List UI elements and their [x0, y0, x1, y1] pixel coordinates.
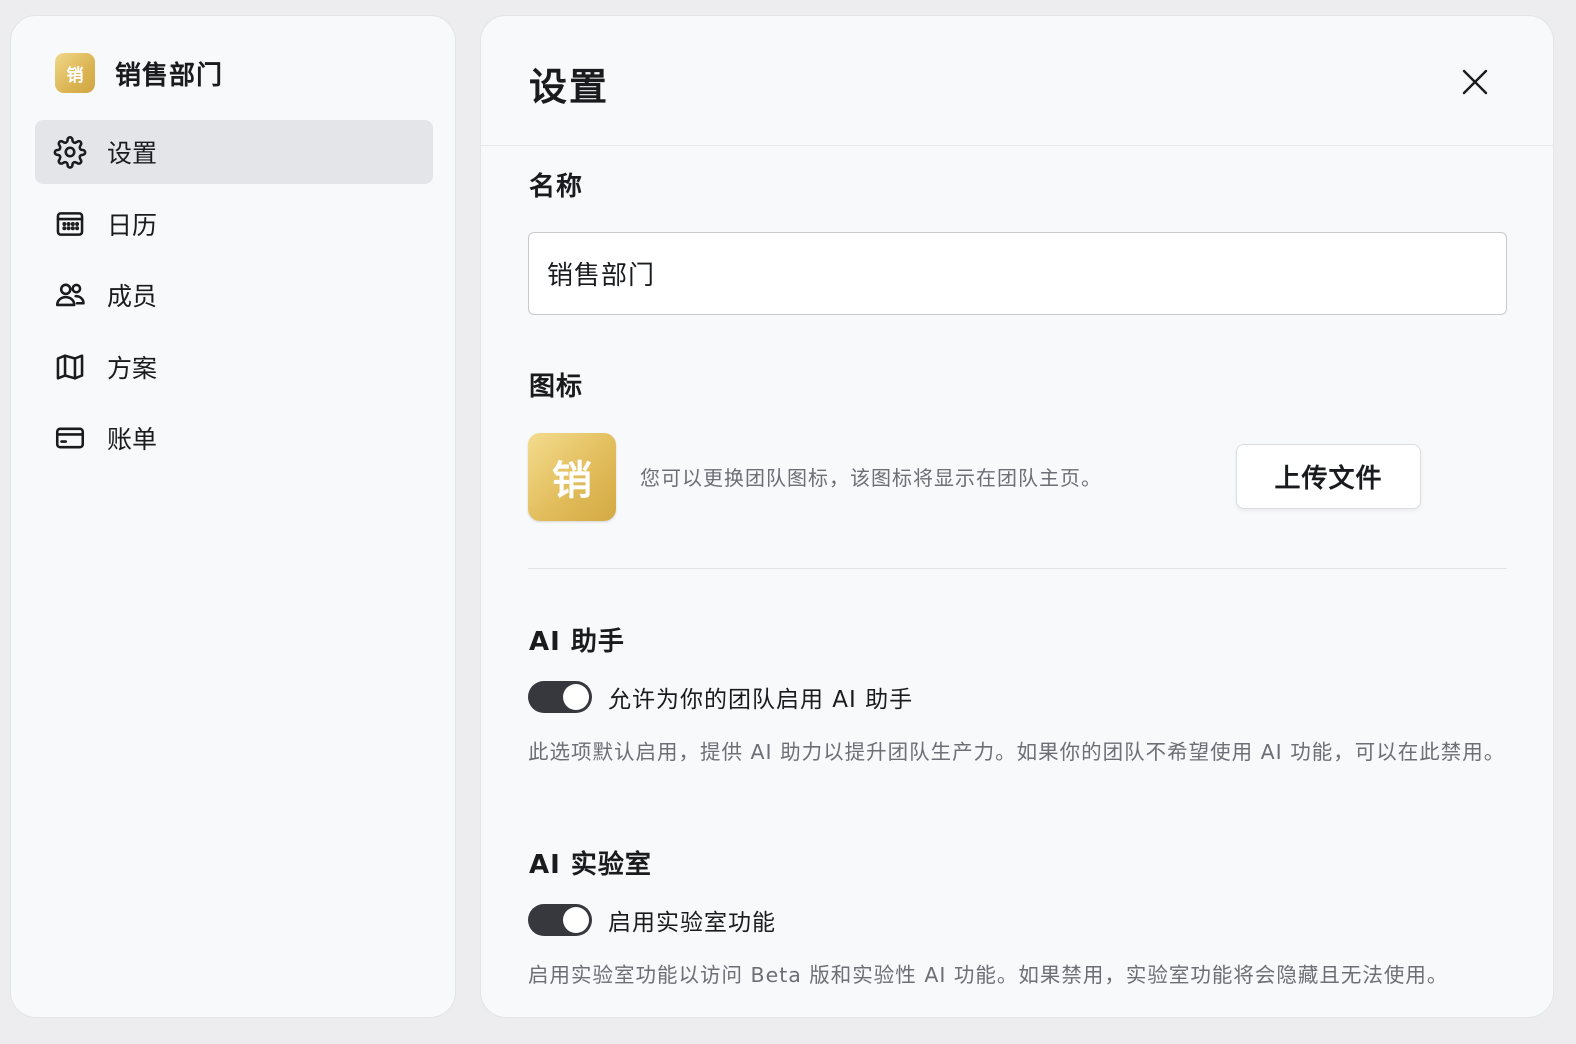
ai-assistant-toggle[interactable] [528, 681, 592, 713]
sidebar-item-calendar[interactable]: 日历 [35, 192, 433, 256]
team-name: 销售部门 [115, 60, 224, 91]
icon-description: 您可以更换团队图标，该图标将显示在团队主页。 [640, 466, 1102, 490]
panel-header: 设置 [481, 16, 1553, 146]
ai-assistant-label: AI 助手 [529, 627, 625, 657]
toggle-knob [563, 684, 589, 710]
sidebar-item-label: 方案 [107, 353, 158, 383]
ai-assistant-help: 此选项默认启用，提供 AI 助力以提升团队生产力。如果你的团队不希望使用 AI … [528, 740, 1506, 764]
team-logo: 销 [55, 53, 95, 93]
ai-lab-toggle-label: 启用实验室功能 [608, 910, 776, 936]
gear-icon [53, 135, 87, 169]
team-name-input[interactable] [528, 232, 1507, 315]
sidebar-item-plans[interactable]: 方案 [35, 335, 433, 399]
sidebar-nav: 设置 日历 成员 方案 账单 [35, 120, 433, 478]
team-icon-preview: 销 [528, 433, 616, 521]
close-icon [1462, 69, 1488, 95]
credit-card-icon [53, 421, 87, 455]
map-icon [53, 350, 87, 384]
ai-lab-help: 启用实验室功能以访问 Beta 版和实验性 AI 功能。如果禁用，实验室功能将会… [528, 963, 1449, 987]
toggle-knob [563, 907, 589, 933]
sidebar-item-billing[interactable]: 账单 [35, 406, 433, 470]
ai-assistant-toggle-row[interactable]: 允许为你的团队启用 AI 助手 [528, 680, 913, 714]
sidebar-item-members[interactable]: 成员 [35, 263, 433, 327]
icon-section-label: 图标 [529, 372, 584, 402]
sidebar-item-label: 成员 [107, 282, 158, 311]
team-header[interactable]: 销 销售部门 [55, 52, 223, 94]
section-divider [528, 568, 1507, 569]
ai-lab-toggle[interactable] [528, 904, 592, 936]
settings-panel: 设置 名称 图标 销 您可以更换团队图标，该图标将显示在团队主页。 上传文件 A… [480, 15, 1554, 1018]
sidebar-item-settings[interactable]: 设置 [35, 120, 433, 184]
sidebar-item-label: 账单 [107, 425, 158, 454]
close-button[interactable] [1455, 62, 1495, 102]
sidebar: 销 销售部门 设置 日历 成员 方案 账单 [10, 15, 456, 1018]
calendar-icon [53, 207, 87, 241]
name-section-label: 名称 [529, 172, 584, 202]
users-icon [53, 278, 87, 312]
page-title: 设置 [529, 65, 610, 109]
ai-lab-toggle-row[interactable]: 启用实验室功能 [528, 903, 776, 937]
ai-lab-label: AI 实验室 [529, 850, 652, 880]
sidebar-item-label: 设置 [107, 139, 158, 168]
sidebar-item-label: 日历 [107, 210, 158, 240]
upload-file-button[interactable]: 上传文件 [1236, 444, 1421, 509]
ai-assistant-toggle-label: 允许为你的团队启用 AI 助手 [608, 687, 914, 713]
